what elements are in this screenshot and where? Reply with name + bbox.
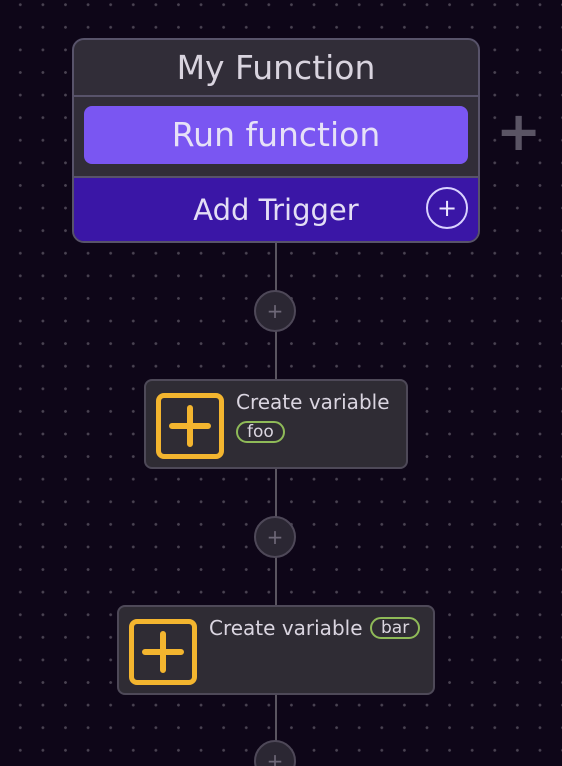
variable-name-badge: foo bbox=[236, 421, 285, 443]
create-variable-icon bbox=[129, 619, 197, 685]
step-label: Create variable bbox=[236, 390, 390, 414]
plus-icon: + bbox=[266, 525, 284, 549]
function-title: My Function bbox=[74, 40, 478, 97]
plus-circle-icon: + bbox=[426, 187, 468, 229]
run-function-button[interactable]: Run function bbox=[84, 106, 468, 164]
step-label: Create variable bbox=[209, 616, 363, 640]
add-trigger-button[interactable]: Add Trigger + bbox=[74, 176, 478, 241]
trigger-card: My Function Run function Add Trigger + bbox=[72, 38, 480, 243]
add-step-button[interactable]: + bbox=[254, 516, 296, 558]
run-section: Run function bbox=[74, 97, 478, 176]
variable-name-badge: bar bbox=[370, 617, 421, 639]
step-card-create-variable-foo[interactable]: Create variable foo bbox=[144, 379, 408, 469]
create-variable-icon bbox=[156, 393, 224, 459]
step-card-create-variable-bar[interactable]: Create variable bar bbox=[117, 605, 435, 695]
flow-canvas[interactable]: My Function Run function Add Trigger + +… bbox=[0, 0, 562, 766]
add-branch-plus-icon[interactable]: + bbox=[496, 104, 541, 160]
add-step-button[interactable]: + bbox=[254, 290, 296, 332]
add-step-button[interactable]: + bbox=[254, 740, 296, 766]
plus-icon: + bbox=[266, 749, 284, 766]
add-trigger-label: Add Trigger bbox=[193, 193, 359, 227]
plus-icon: + bbox=[266, 299, 284, 323]
